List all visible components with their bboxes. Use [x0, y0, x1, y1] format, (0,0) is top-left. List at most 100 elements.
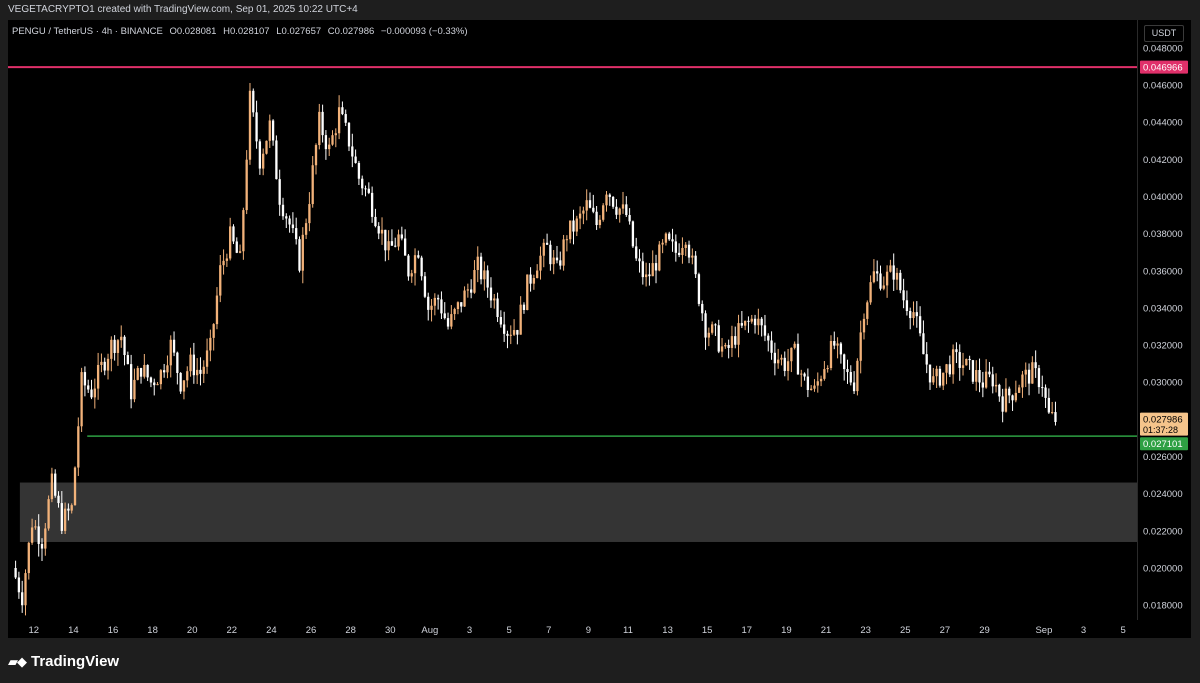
candle-body[interactable]: [466, 289, 470, 291]
candle-body[interactable]: [918, 316, 922, 334]
candle-body[interactable]: [278, 179, 281, 205]
candle-body[interactable]: [248, 90, 252, 160]
currency-selector[interactable]: USDT: [1144, 25, 1184, 42]
candle-body[interactable]: [1004, 388, 1008, 412]
candle-body[interactable]: [806, 376, 810, 391]
candle-body[interactable]: [975, 370, 978, 382]
candle-body[interactable]: [526, 274, 529, 310]
candle-body[interactable]: [446, 318, 450, 327]
candle-body[interactable]: [819, 378, 823, 382]
candle-body[interactable]: [942, 372, 945, 386]
candle-body[interactable]: [450, 314, 453, 327]
candle-body[interactable]: [433, 297, 436, 306]
candle-body[interactable]: [370, 192, 374, 217]
candle-body[interactable]: [872, 271, 876, 283]
candle-body[interactable]: [714, 324, 717, 326]
candle-body[interactable]: [1027, 369, 1031, 384]
candle-body[interactable]: [364, 188, 367, 190]
candle-body[interactable]: [948, 364, 951, 375]
candle-body[interactable]: [664, 233, 668, 243]
candle-body[interactable]: [37, 526, 40, 544]
candle-body[interactable]: [479, 256, 483, 280]
candle-body[interactable]: [598, 219, 602, 226]
candle-body[interactable]: [149, 377, 153, 383]
candle-body[interactable]: [212, 324, 215, 338]
candle-body[interactable]: [205, 350, 209, 367]
candle-body[interactable]: [255, 112, 258, 142]
candle-body[interactable]: [618, 208, 621, 215]
candle-body[interactable]: [182, 380, 186, 392]
candle-body[interactable]: [562, 239, 565, 266]
candle-body[interactable]: [545, 242, 549, 245]
candle-body[interactable]: [357, 162, 361, 179]
chart-panel[interactable]: 0.048000 0.046000 0.044000 0.042000 0.040000…: [8, 20, 1191, 638]
candle-body[interactable]: [833, 341, 836, 346]
candle-body[interactable]: [298, 239, 301, 271]
candle-body[interactable]: [889, 265, 892, 272]
candle-body[interactable]: [701, 303, 704, 314]
candle-body[interactable]: [892, 265, 895, 280]
candle-body[interactable]: [123, 336, 126, 356]
candle-body[interactable]: [542, 242, 545, 256]
candle-body[interactable]: [925, 354, 928, 365]
candle-body[interactable]: [238, 251, 242, 253]
candle-body[interactable]: [783, 357, 786, 371]
candle-body[interactable]: [103, 361, 106, 371]
candle-body[interactable]: [271, 120, 275, 141]
candle-body[interactable]: [661, 242, 664, 245]
candle-body[interactable]: [691, 255, 694, 258]
candle-body[interactable]: [172, 339, 176, 353]
candle-body[interactable]: [677, 252, 681, 256]
candle-body[interactable]: [351, 146, 354, 157]
candle-body[interactable]: [859, 332, 862, 361]
candle-body[interactable]: [522, 304, 526, 310]
candle-body[interactable]: [743, 320, 747, 326]
candle-body[interactable]: [1037, 368, 1041, 388]
candle-body[interactable]: [153, 382, 156, 386]
candle-body[interactable]: [27, 542, 30, 574]
candle-body[interactable]: [928, 364, 932, 383]
candle-body[interactable]: [361, 178, 364, 189]
candle-body[interactable]: [961, 365, 965, 368]
candle-body[interactable]: [994, 384, 998, 387]
candle-body[interactable]: [222, 260, 225, 266]
candle-body[interactable]: [529, 274, 532, 284]
candle-body[interactable]: [232, 226, 235, 242]
candle-body[interactable]: [737, 323, 740, 345]
candle-body[interactable]: [852, 382, 856, 392]
candle-body[interactable]: [658, 244, 661, 271]
candle-body[interactable]: [291, 224, 295, 229]
candle-body[interactable]: [777, 359, 780, 364]
candle-body[interactable]: [321, 111, 324, 136]
candle-body[interactable]: [87, 385, 90, 390]
candle-body[interactable]: [998, 384, 1001, 397]
candle-body[interactable]: [602, 205, 605, 220]
candle-body[interactable]: [836, 343, 839, 346]
candle-body[interactable]: [674, 241, 677, 253]
candle-body[interactable]: [1008, 388, 1011, 396]
candle-body[interactable]: [625, 204, 628, 216]
candle-body[interactable]: [387, 241, 390, 251]
candle-body[interactable]: [539, 255, 542, 271]
candle-body[interactable]: [793, 343, 796, 348]
candle-body[interactable]: [905, 300, 909, 312]
candle-body[interactable]: [760, 318, 763, 326]
candle-body[interactable]: [644, 274, 648, 278]
candle-body[interactable]: [384, 229, 387, 251]
candle-body[interactable]: [704, 313, 707, 338]
candle-body[interactable]: [826, 368, 829, 370]
candle-body[interactable]: [229, 226, 232, 259]
candle-body[interactable]: [420, 257, 423, 277]
candle-body[interactable]: [301, 234, 304, 271]
candle-body[interactable]: [915, 312, 918, 317]
candle-body[interactable]: [57, 495, 60, 504]
candle-body[interactable]: [879, 273, 882, 289]
candle-body[interactable]: [440, 299, 443, 314]
candle-body[interactable]: [50, 473, 54, 500]
candle-body[interactable]: [552, 257, 555, 265]
candle-body[interactable]: [895, 272, 899, 280]
candle-body[interactable]: [252, 90, 255, 113]
candle-body[interactable]: [829, 341, 833, 369]
candle-body[interactable]: [413, 255, 417, 274]
candle-body[interactable]: [757, 318, 760, 326]
